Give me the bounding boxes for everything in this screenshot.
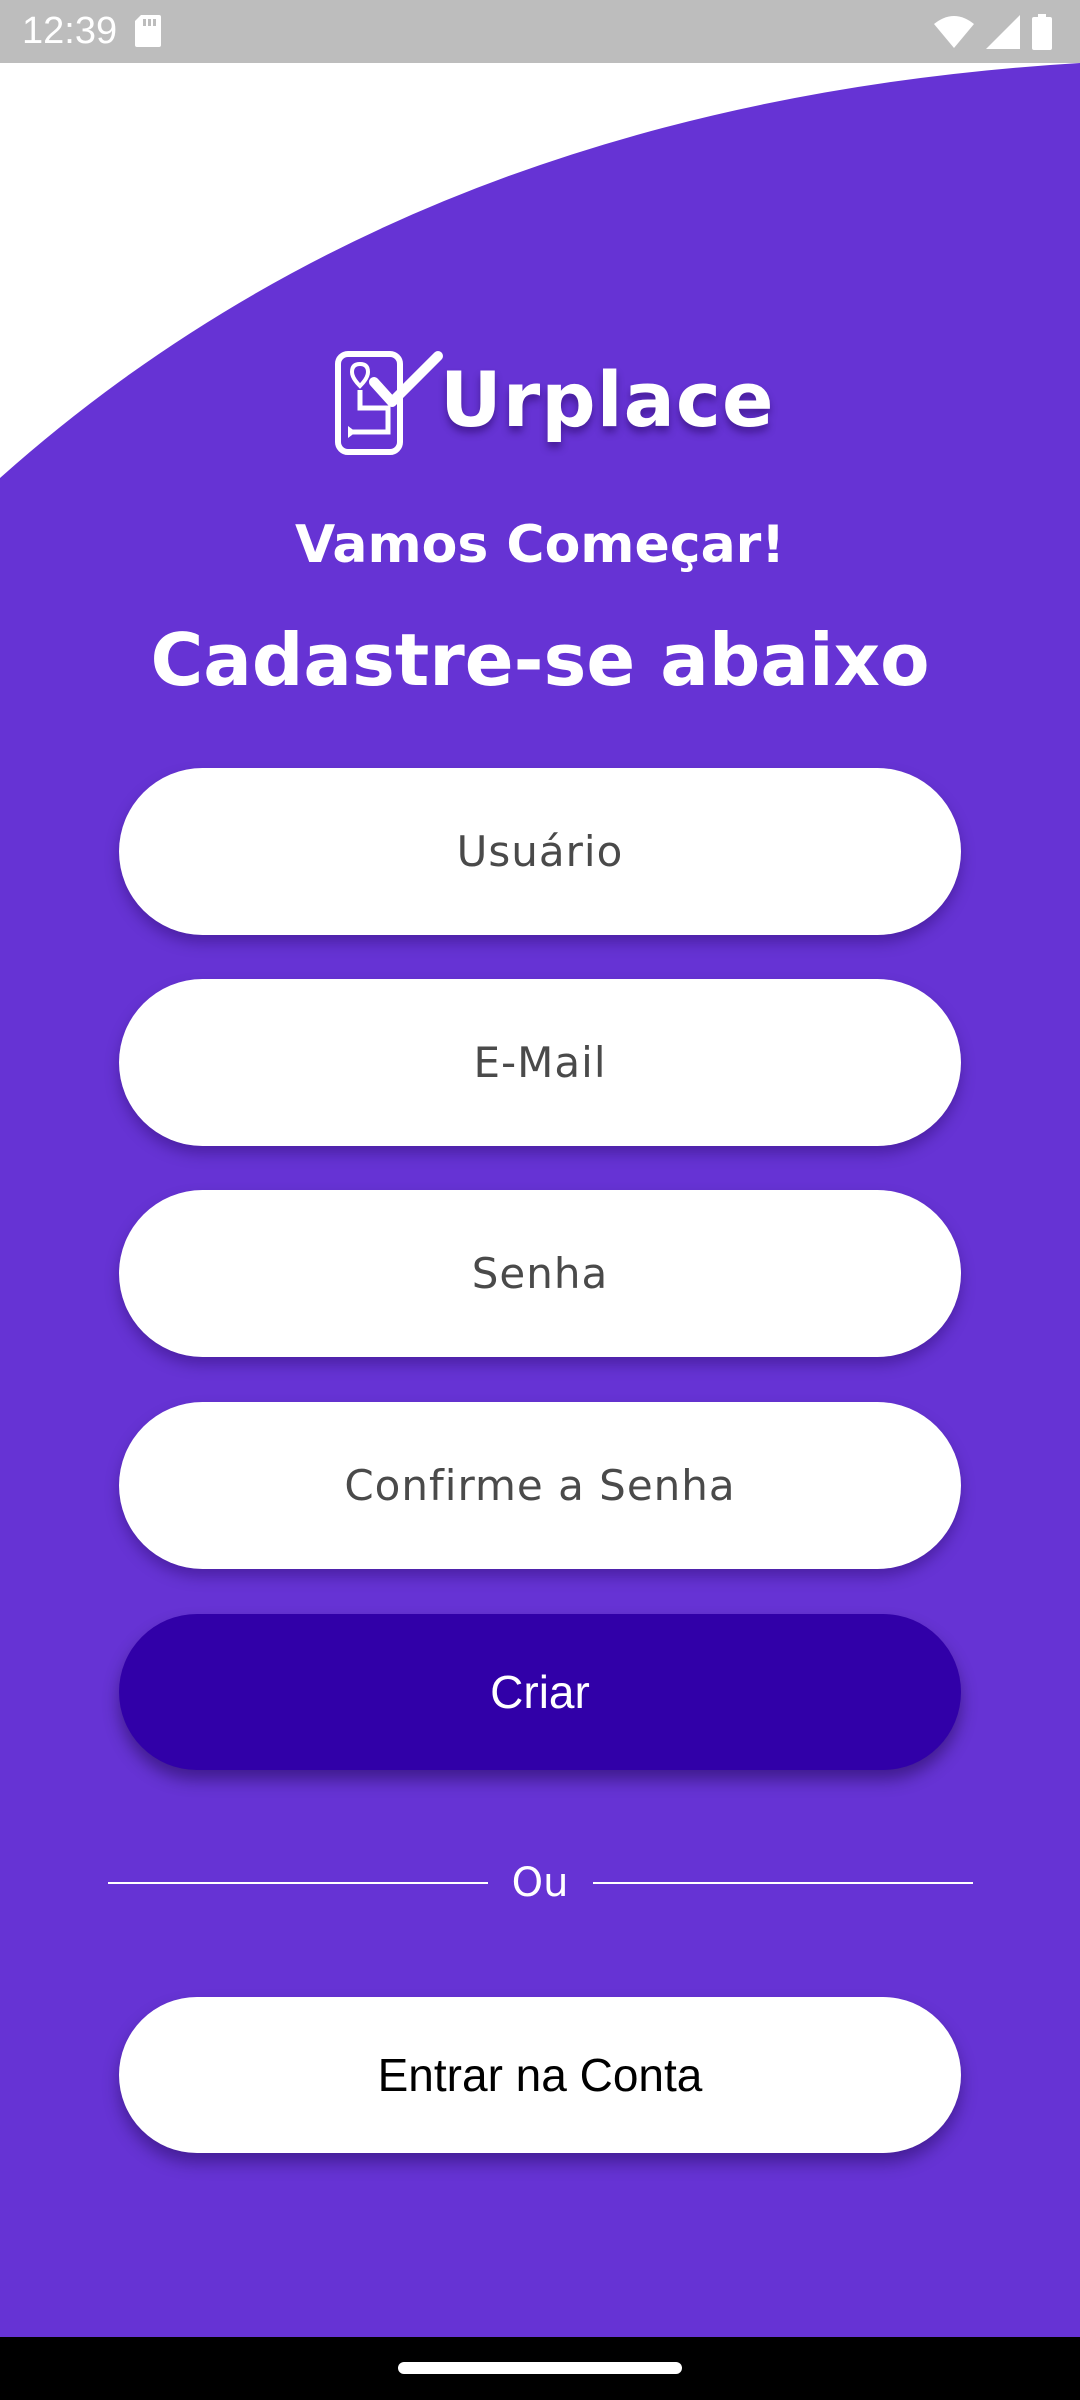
password-input[interactable] — [159, 1248, 921, 1299]
welcome-subtitle: Vamos Começar! — [294, 515, 786, 575]
password-field[interactable] — [119, 1190, 961, 1357]
sd-card-icon — [135, 15, 161, 47]
create-account-button[interactable]: Criar — [119, 1614, 961, 1770]
wifi-icon — [934, 16, 974, 48]
brand-name: Urplace — [440, 355, 775, 444]
email-field[interactable] — [119, 979, 961, 1146]
divider-line-right — [593, 1882, 973, 1884]
divider-line-left — [108, 1882, 488, 1884]
username-field[interactable] — [119, 768, 961, 935]
username-input[interactable] — [159, 826, 921, 877]
phone-check-logo-icon — [335, 351, 443, 455]
navigation-bar — [0, 2337, 1080, 2400]
page-title: Cadastre-se abaixo — [150, 618, 930, 702]
status-time: 12:39 — [22, 10, 118, 52]
login-button[interactable]: Entrar na Conta — [119, 1997, 961, 2153]
status-bar: 12:39 — [0, 0, 1080, 63]
signal-icon — [986, 15, 1020, 49]
email-input[interactable] — [159, 1037, 921, 1088]
confirm-password-field[interactable] — [119, 1402, 961, 1569]
home-indicator[interactable] — [398, 2362, 682, 2374]
divider-text: Ou — [511, 1860, 569, 1906]
confirm-password-input[interactable] — [159, 1460, 921, 1511]
brand-logo: Urplace — [334, 350, 774, 460]
battery-icon — [1032, 14, 1052, 50]
